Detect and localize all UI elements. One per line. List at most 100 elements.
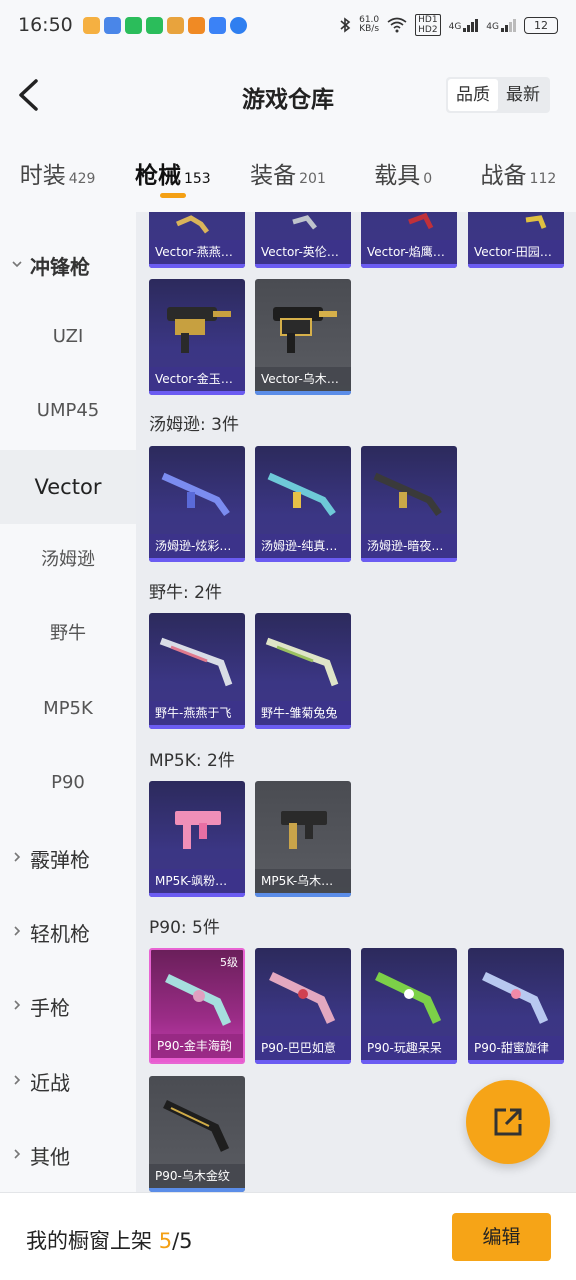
taobao-app-icon: [187, 16, 205, 34]
category-tabs: 时装 429 枪械 153 装备 201 载具 0 战备 112: [0, 142, 576, 212]
weapon-name: P90-巴巴如意: [255, 1036, 351, 1060]
section-header-thompson: 汤姆逊: 3件: [149, 415, 239, 435]
weapon-skin-image: [165, 973, 232, 1026]
wechat-app-icon: [124, 16, 142, 34]
showcase-shelf-status: 我的橱窗上架 5/5: [26, 1225, 193, 1255]
weapon-name: Vector-英伦风尚: [255, 240, 351, 264]
rarity-stripe: [255, 391, 351, 395]
shelf-current-count: 5: [158, 1229, 173, 1253]
weapon-skin-image: [375, 971, 442, 1024]
rarity-stripe: [149, 558, 245, 562]
sidebar-group-label: 其他: [30, 1145, 70, 1169]
weapon-card[interactable]: Vector-英伦风尚: [255, 212, 351, 268]
weapon-name: Vector-金玉满堂: [149, 367, 245, 391]
sort-newest-option[interactable]: 最新: [498, 79, 548, 111]
weapon-name: 野牛-燕燕于飞: [149, 701, 245, 725]
weapon-card[interactable]: MP5K-乌木金纹: [255, 781, 351, 897]
weapon-skin-image: [525, 215, 547, 229]
sidebar-group-label: 轻机枪: [30, 922, 90, 946]
rarity-stripe: [151, 1058, 243, 1062]
tab-fashion[interactable]: 时装 429: [0, 142, 115, 212]
weapon-name: MP5K-飒粉甜心: [149, 869, 245, 893]
sidebar-item-p90[interactable]: P90: [0, 768, 136, 798]
k-app-icon: [229, 16, 247, 34]
sidebar-item-mp5k[interactable]: MP5K: [0, 694, 136, 724]
weapon-card[interactable]: P90-乌木金纹: [149, 1076, 245, 1192]
weapon-card[interactable]: MP5K-飒粉甜心: [149, 781, 245, 897]
tab-count: 0: [423, 171, 433, 187]
sidebar-item-uzi[interactable]: UZI: [0, 322, 136, 352]
sidebar-group-lmg[interactable]: 轻机枪: [0, 919, 136, 949]
share-export-button[interactable]: [466, 1080, 550, 1164]
sidebar-item-thompson[interactable]: 汤姆逊: [0, 545, 136, 575]
mail-app-icon: [82, 16, 100, 34]
weapon-card[interactable]: Vector-金玉满堂: [149, 279, 245, 395]
rarity-stripe: [255, 725, 351, 729]
battery-indicator: 12: [524, 16, 558, 34]
bluetooth-icon: [340, 17, 351, 33]
weapon-card[interactable]: P90-巴巴如意: [255, 948, 351, 1064]
sort-quality-option[interactable]: 品质: [448, 79, 498, 111]
weapon-name: P90-乌木金纹: [149, 1164, 245, 1188]
sidebar-item-ump45[interactable]: UMP45: [0, 396, 136, 426]
weapon-name: Vector-乌木金纹: [255, 367, 351, 391]
rarity-stripe: [255, 558, 351, 562]
weapon-skin-image: [175, 811, 221, 849]
tab-count: 429: [68, 171, 96, 187]
share-icon: [494, 1108, 522, 1136]
sidebar-group-pistol[interactable]: 手枪: [0, 993, 136, 1023]
weapon-skin-image: [292, 215, 317, 230]
chevron-right-icon: [14, 852, 21, 862]
weapon-skin-image: [167, 307, 231, 353]
sidebar-group-melee[interactable]: 近战: [0, 1068, 136, 1098]
sidebar-item-vector[interactable]: Vector: [0, 450, 136, 524]
weapon-card[interactable]: 5级 P90-金丰海韵: [149, 948, 245, 1064]
sidebar-group-smg[interactable]: 冲锋枪: [0, 252, 136, 282]
weapon-card[interactable]: Vector-乌木金纹: [255, 279, 351, 395]
section-header-mp5k: MP5K: 2件: [149, 751, 235, 771]
weapon-name: 野牛-雏菊兔兔: [255, 701, 351, 725]
tab-equipment[interactable]: 装备 201: [230, 142, 345, 212]
shelf-max-count: 5: [179, 1229, 193, 1253]
weapon-card[interactable]: 野牛-燕燕于飞: [149, 613, 245, 729]
rarity-stripe: [361, 264, 457, 268]
clock: 16:50: [18, 14, 73, 36]
weapon-card[interactable]: 汤姆逊-纯真年代: [255, 446, 351, 562]
sidebar-group-other[interactable]: 其他: [0, 1142, 136, 1172]
weapon-card[interactable]: P90-甜蜜旋律: [468, 948, 564, 1064]
weapon-skin-image: [408, 212, 434, 230]
weapon-card[interactable]: Vector-田园风光: [468, 212, 564, 268]
weapon-card[interactable]: 汤姆逊-暗夜金纹: [361, 446, 457, 562]
shelf-label: 我的橱窗上架: [26, 1229, 152, 1253]
weapon-card[interactable]: Vector-焰鹰之翼: [361, 212, 457, 268]
weapon-card[interactable]: 汤姆逊-炫彩幻影: [149, 446, 245, 562]
baidu-app-icon: [103, 16, 121, 34]
sidebar-group-label: 霰弹枪: [30, 848, 90, 872]
weapon-card[interactable]: Vector-燕燕于飞: [149, 212, 245, 268]
weapon-card[interactable]: 野牛-雏菊兔兔: [255, 613, 351, 729]
rarity-stripe: [149, 264, 245, 268]
weapon-name: 汤姆逊-纯真年代: [255, 534, 351, 558]
tab-label: 战备: [480, 163, 527, 189]
tab-vehicles[interactable]: 载具 0: [346, 142, 461, 212]
weapon-name: 汤姆逊-炫彩幻影: [149, 534, 245, 558]
message-app-icon: [145, 16, 163, 34]
status-bar: 16:50 61.0 KB/s HD1 HD2 4G 4G 12: [0, 0, 576, 50]
weapon-card[interactable]: P90-玩趣呆呆: [361, 948, 457, 1064]
sidebar-group-shotgun[interactable]: 霰弹枪: [0, 845, 136, 875]
tab-label: 枪械: [134, 163, 181, 189]
rarity-stripe: [468, 1060, 564, 1064]
sidebar-item-bizon[interactable]: 野牛: [0, 619, 136, 649]
tab-supplies[interactable]: 战备 112: [461, 142, 576, 212]
rarity-stripe: [149, 893, 245, 897]
weapon-name: P90-甜蜜旋律: [468, 1036, 564, 1060]
tab-firearms[interactable]: 枪械 153: [115, 142, 230, 212]
weapon-skin-image: [161, 472, 230, 517]
section-header-bizon: 野牛: 2件: [149, 583, 222, 603]
edit-button[interactable]: 编辑: [452, 1213, 551, 1261]
weapon-type-sidebar: 冲锋枪 UZI UMP45 Vector 汤姆逊 野牛 MP5K P90 霰弹枪…: [0, 212, 136, 1192]
chevron-right-icon: [14, 1000, 21, 1010]
tab-label: 载具: [374, 163, 421, 189]
weapon-skin-image: [159, 637, 233, 687]
game-app-icon: [166, 16, 184, 34]
